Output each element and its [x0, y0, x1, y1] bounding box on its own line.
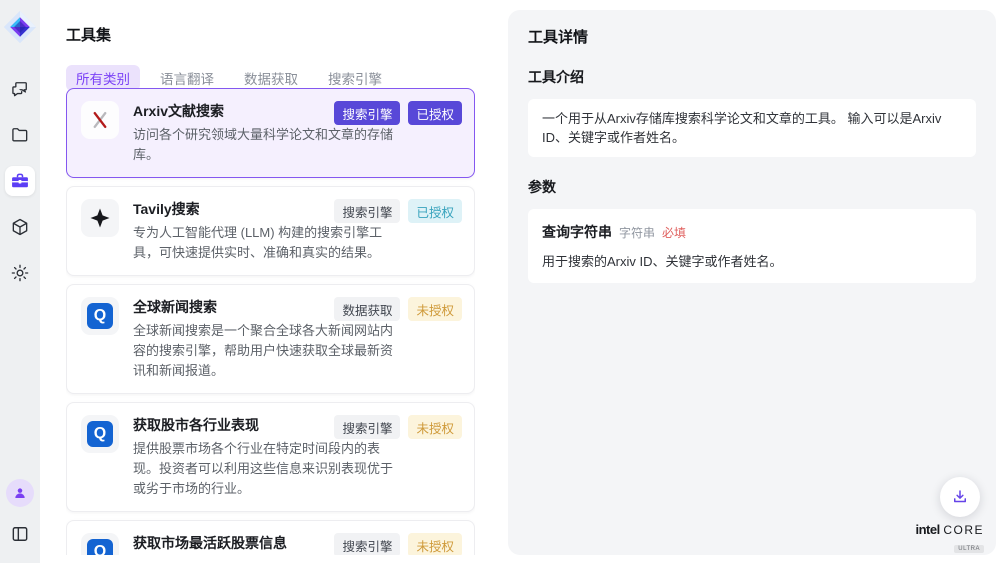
- parameter-type: 字符串: [619, 224, 655, 241]
- tool-icon: [81, 199, 119, 237]
- tool-category-badge: 搜索引擎: [334, 415, 400, 439]
- tool-category-badge: 数据获取: [334, 297, 400, 321]
- nav-chat-icon[interactable]: [5, 74, 35, 104]
- tool-category-badge: 搜索引擎: [334, 101, 400, 125]
- tool-category-badge: 搜索引擎: [334, 199, 400, 223]
- tool-card[interactable]: Q 获取市场最活跃股票信息 提供当天交易量最高的股票列表，投资者可以利用这些信息…: [66, 520, 475, 555]
- tool-icon: Q: [81, 533, 119, 555]
- tools-panel-title: 工具集: [40, 0, 508, 45]
- parameter-description: 用于搜索的Arxiv ID、关键字或作者姓名。: [542, 251, 962, 270]
- params-list: 查询字符串 字符串 必填 用于搜索的Arxiv ID、关键字或作者姓名。: [528, 209, 976, 283]
- tool-auth-badge: 未授权: [408, 415, 462, 439]
- user-icon: [12, 485, 28, 501]
- tool-description: 提供股票市场各个行业在特定时间段内的表现。投资者可以利用这些信息来识别表现优于或…: [133, 439, 399, 499]
- user-avatar[interactable]: [6, 479, 34, 507]
- tool-card[interactable]: Q 全球新闻搜索 全球新闻搜索是一个聚合全球各大新闻网站内容的搜索引擎，帮助用户…: [66, 284, 475, 394]
- app-logo-icon[interactable]: [3, 10, 37, 44]
- parameter-name: 查询字符串: [542, 222, 612, 242]
- intro-heading: 工具介绍: [528, 67, 976, 87]
- intel-wordmark: intel: [915, 522, 939, 537]
- left-rail: [0, 0, 40, 563]
- parameter-required-badge: 必填: [662, 224, 686, 241]
- juhe-icon: Q: [87, 303, 113, 329]
- tool-card[interactable]: Tavily搜索 专为人工智能代理 (LLM) 构建的搜索引擎工具，可快速提供实…: [66, 186, 475, 276]
- category-tabs: 所有类别语言翻译数据获取搜索引擎: [40, 45, 508, 91]
- tool-icon: Q: [81, 297, 119, 335]
- details-title: 工具详情: [528, 26, 976, 47]
- parameter-card: 查询字符串 字符串 必填 用于搜索的Arxiv ID、关键字或作者姓名。: [528, 209, 976, 283]
- tool-description: 专为人工智能代理 (LLM) 构建的搜索引擎工具，可快速提供实时、准确和真实的结…: [133, 223, 399, 263]
- tool-card[interactable]: Arxiv文献搜索 访问各个研究领域大量科学论文和文章的存储库。 搜索引擎 已授…: [66, 88, 475, 178]
- params-heading: 参数: [528, 177, 976, 197]
- nav-settings-icon[interactable]: [5, 258, 35, 288]
- tool-description: 全球新闻搜索是一个聚合全球各大新闻网站内容的搜索引擎，帮助用户快速获取全球最新资…: [133, 321, 399, 381]
- intel-core-logo: intel CORE ULTRA: [915, 522, 984, 555]
- tool-description: 访问各个研究领域大量科学论文和文章的存储库。: [133, 125, 399, 165]
- tool-card[interactable]: Q 获取股市各行业表现 提供股票市场各个行业在特定时间段内的表现。投资者可以利用…: [66, 402, 475, 512]
- juhe-icon: Q: [87, 539, 113, 555]
- tool-auth-badge: 未授权: [408, 533, 462, 555]
- tool-icon: Q: [81, 415, 119, 453]
- core-wordmark: CORE: [943, 523, 984, 537]
- nav-cube-icon[interactable]: [5, 212, 35, 242]
- intro-card: 一个用于从Arxiv存储库搜索科学论文和文章的工具。 输入可以是Arxiv ID…: [528, 99, 976, 157]
- tool-icon: [81, 101, 119, 139]
- download-button[interactable]: [940, 477, 980, 517]
- download-icon: [951, 488, 969, 506]
- tool-auth-badge: 未授权: [408, 297, 462, 321]
- tools-panel: 工具集 所有类别语言翻译数据获取搜索引擎 Arxiv文献搜索 访问各个研究领域大…: [40, 0, 508, 563]
- tool-details-panel: 工具详情 工具介绍 一个用于从Arxiv存储库搜索科学论文和文章的工具。 输入可…: [508, 10, 996, 555]
- juhe-icon: Q: [87, 421, 113, 447]
- tool-list: Arxiv文献搜索 访问各个研究领域大量科学论文和文章的存储库。 搜索引擎 已授…: [66, 88, 475, 555]
- intel-ultra-badge: ULTRA: [954, 545, 984, 553]
- tool-category-badge: 搜索引擎: [334, 533, 400, 555]
- nav-files-icon[interactable]: [5, 120, 35, 150]
- nav-toolbox-icon[interactable]: [5, 166, 35, 196]
- nav-panels-icon[interactable]: [5, 519, 35, 549]
- tool-auth-badge: 已授权: [408, 199, 462, 223]
- tool-auth-badge: 已授权: [408, 101, 462, 125]
